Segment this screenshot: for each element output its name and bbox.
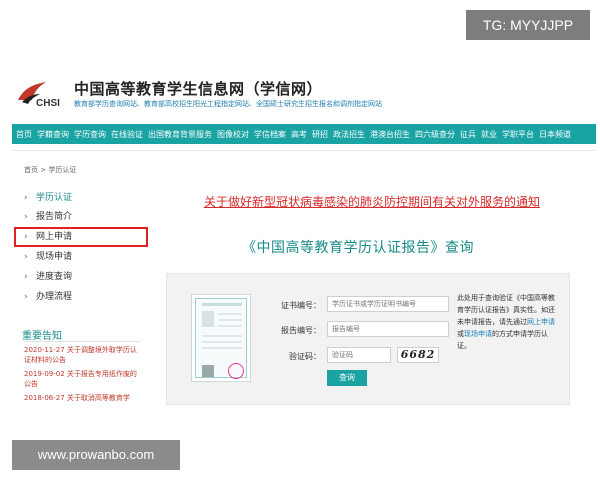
sidebar-item-label: 报告简介 [36,212,73,222]
sidebar-item-process[interactable]: › 办理流程 [24,288,72,306]
nav-item-archive[interactable]: 学信档案 [254,129,286,140]
notice-divider [24,341,140,342]
nav-item-employment[interactable]: 就业 [481,129,497,140]
logo-text: CHSI [36,98,60,109]
captcha-label: 验证码： [289,352,321,361]
cert-number-input[interactable] [327,296,449,312]
nav-item-law-admission[interactable]: 政法招生 [333,129,365,140]
captcha-input[interactable] [327,347,391,363]
breadcrumb: 首页 > 学历认证 [24,166,77,174]
site-subtitle: 教育部学历查询网站、教育部高校招生阳光工程指定网站、全国硕士研究生招生报名和调剂… [74,100,382,108]
sidebar: › 学历认证 › 报告简介 › 网上申请 › 现场申请 › 进度查询 › 办理流程 重要告知… [12,185,152,413]
notice-item[interactable]: 2018-06-27 关于取消高等教育学 [24,393,142,403]
chevron-right-icon: › [24,252,28,262]
report-query-title: 《中国高等教育学历认证报告》查询 [242,240,474,256]
help-text: 此处用于查询验证《中国高等教育学历认证报告》真实性。如还未申请报告，请先通过网上… [457,294,555,350]
epidemic-notice-link[interactable]: 关于做好新型冠状病毒感染的肺炎防控期间有关对外服务的通知 [204,193,540,210]
main-panel: 关于做好新型冠状病毒感染的肺炎防控期间有关对外服务的通知 《中国高等教育学历认证… [162,185,596,413]
site-watermark: www.prowanbo.com [12,440,180,470]
nav-item-gaokao[interactable]: 高考 [291,129,307,140]
content-area: 首页 > 学历认证 › 学历认证 › 报告简介 › 网上申请 › 现场申请 › 进度查询 … [12,150,596,412]
nav-item-cet-score[interactable]: 四六级查分 [415,129,455,140]
query-button[interactable]: 查询 [327,370,367,386]
sidebar-item-report-intro[interactable]: › 报告简介 [24,208,72,226]
chevron-right-icon: › [24,292,28,302]
sidebar-item-degree-cert[interactable]: › 学历认证 [24,189,72,207]
nav-item-conscription[interactable]: 征兵 [460,129,476,140]
site-title[interactable]: 中国高等教育学生信息网（学信网） [74,78,322,99]
notice-item[interactable]: 2019-09-02 关于报告专用纸作废的公告 [24,369,142,389]
online-apply-link[interactable]: 网上申请 [527,318,555,326]
nav-item-image-check[interactable]: 图像校对 [217,129,249,140]
sidebar-item-label: 现场申请 [36,252,73,262]
chevron-right-icon: › [24,212,28,222]
main-nav: 首页 学籍查询 学历查询 在线验证 出国教育背景服务 图像校对 学信档案 高考 … [12,124,596,144]
nav-item-yanzhao[interactable]: 研招 [312,129,328,140]
tg-badge: TG: MYYJJPP [466,10,590,40]
nav-item-career-platform[interactable]: 学职平台 [502,129,534,140]
nav-item-japan-channel[interactable]: 日本频道 [539,129,571,140]
report-sample-image [191,294,251,382]
nav-item-status-query[interactable]: 学籍查询 [37,129,69,140]
nav-item-home[interactable]: 首页 [16,129,32,140]
sidebar-item-label: 学历认证 [36,193,73,203]
nav-item-online-verify[interactable]: 在线验证 [111,129,143,140]
report-number-label: 报告编号： [281,326,321,335]
red-highlight-box [14,227,148,247]
nav-item-degree-query[interactable]: 学历查询 [74,129,106,140]
nav-item-hk-tw-admission[interactable]: 港澳台招生 [370,129,410,140]
captcha-image[interactable]: 6682 [397,347,439,363]
sidebar-item-label: 进度查询 [36,272,73,282]
notice-item[interactable]: 2020-11-27 关于调整境外取学历认证材料的公告 [24,345,142,365]
query-form-panel: 证书编号： 报告编号： 验证码： 6682 查询 此处用于查询验证《中国高等教育… [166,273,570,405]
report-number-input[interactable] [327,321,449,337]
sidebar-item-progress-query[interactable]: › 进度查询 [24,268,72,286]
chevron-right-icon: › [24,193,28,203]
nav-item-abroad-service[interactable]: 出国教育背景服务 [148,129,212,140]
notice-title: 重要告知 [22,331,62,342]
sidebar-item-label: 办理流程 [36,292,73,302]
cert-number-label: 证书编号： [281,301,321,310]
chevron-right-icon: › [24,272,28,282]
sidebar-item-onsite-apply[interactable]: › 现场申请 [24,248,72,266]
onsite-apply-link[interactable]: 现场申请 [464,330,492,338]
site-header: CHSI 中国高等教育学生信息网（学信网） 教育部学历查询网站、教育部高校招生阳… [0,70,600,120]
certificate-icon [195,298,247,379]
